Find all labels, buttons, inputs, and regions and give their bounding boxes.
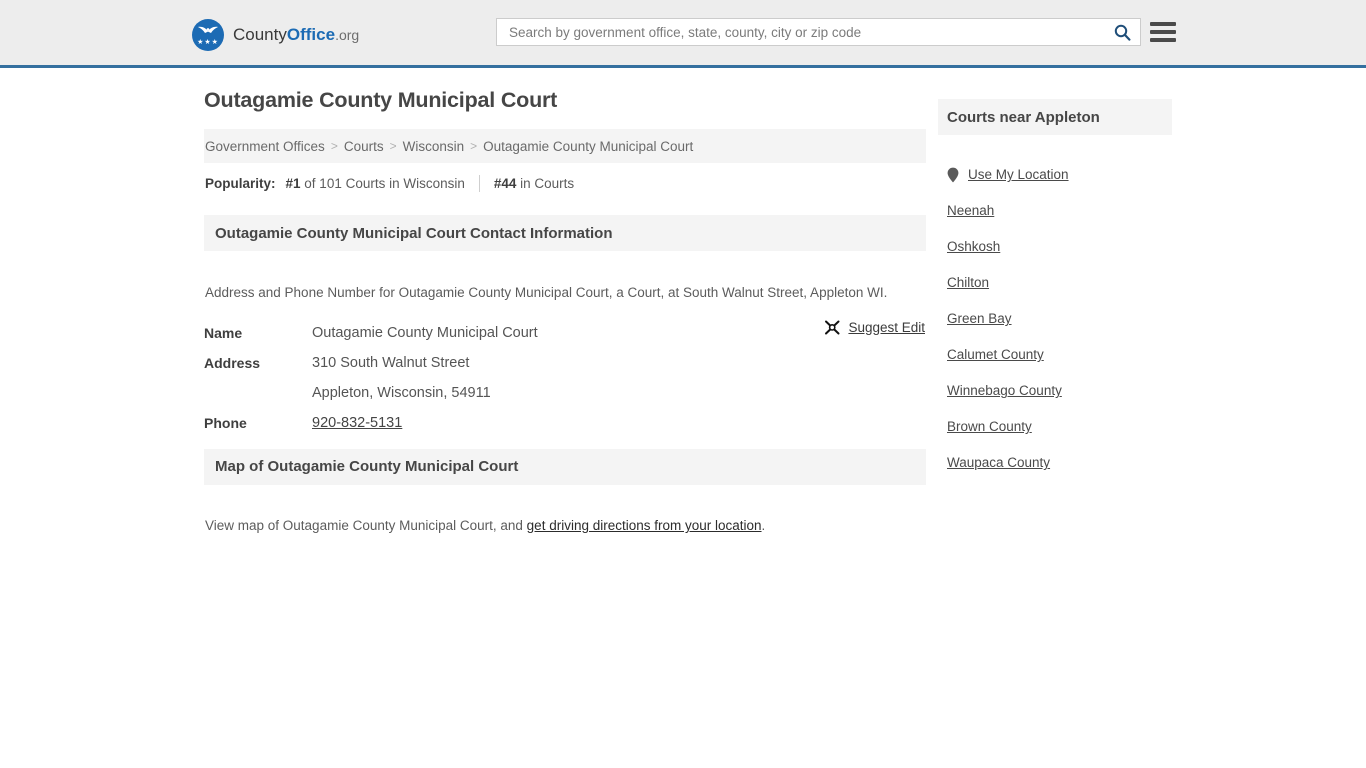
map-pin-icon	[947, 167, 959, 183]
contact-row-address: Address 310 South Walnut Street	[204, 347, 926, 377]
contact-row-address-value: 310 South Walnut Street	[312, 354, 470, 371]
breadcrumb-item-2[interactable]: Wisconsin	[403, 139, 465, 154]
sidebar-item-4[interactable]: Calumet County	[938, 337, 1172, 373]
sidebar-link-7[interactable]: Waupaca County	[947, 455, 1050, 470]
popularity-state-rank-number: #1	[285, 175, 301, 191]
popularity-category-rank: #44 in Courts	[494, 176, 574, 191]
countyoffice-logo-icon: ★★★	[192, 19, 224, 51]
menu-bar-3	[1150, 38, 1176, 42]
sidebar-item-7[interactable]: Waupaca County	[938, 445, 1172, 481]
sidebar-link-2[interactable]: Chilton	[947, 275, 989, 290]
brand-part-county: County	[233, 25, 287, 44]
sidebar-link-5[interactable]: Winnebago County	[947, 383, 1062, 398]
sidebar-heading: Courts near Appleton	[938, 99, 1172, 136]
contact-info-table: Suggest Edit Name Outagamie County Munic…	[204, 317, 926, 437]
popularity-state-rank: #1 of 101 Courts in Wisconsin	[286, 176, 465, 191]
suggest-edit-button[interactable]: Suggest Edit	[824, 320, 925, 335]
map-description: View map of Outagamie County Municipal C…	[204, 498, 926, 536]
edit-pencil-icon	[825, 320, 840, 334]
breadcrumb: Government Offices > Courts > Wisconsin …	[204, 129, 926, 163]
sidebar-item-6[interactable]: Brown County	[938, 409, 1172, 445]
map-section-heading: Map of Outagamie County Municipal Court	[204, 448, 926, 485]
sidebar-link-1[interactable]: Oshkosh	[947, 239, 1000, 254]
map-description-before: View map of Outagamie County Municipal C…	[205, 518, 527, 533]
contact-row-phone-label: Phone	[204, 414, 247, 431]
use-my-location-link[interactable]: Use My Location	[968, 167, 1069, 182]
menu-bar-2	[1150, 30, 1176, 34]
popularity-row: Popularity: #1 of 101 Courts in Wisconsi…	[204, 163, 926, 203]
map-description-after: .	[761, 518, 766, 533]
contact-row-name: Name Outagamie County Municipal Court	[204, 317, 926, 347]
suggest-edit-label: Suggest Edit	[848, 319, 925, 335]
main-content: Outagamie County Municipal Court Governm…	[204, 87, 926, 550]
sidebar-links-list: Use My Location Neenah Oshkosh Chilton G…	[938, 148, 1172, 481]
popularity-state-rank-text: of 101 Courts in Wisconsin	[300, 175, 465, 191]
search-button[interactable]	[1104, 19, 1140, 45]
page-title: Outagamie County Municipal Court	[204, 88, 558, 112]
sidebar-link-4[interactable]: Calumet County	[947, 347, 1044, 362]
sidebar-item-3[interactable]: Green Bay	[938, 301, 1172, 337]
contact-description: Address and Phone Number for Outagamie C…	[205, 284, 888, 300]
page-body: Outagamie County Municipal Court Governm…	[0, 68, 1366, 533]
contact-row-phone: Phone 920-832-5131	[204, 407, 926, 437]
sidebar-link-3[interactable]: Green Bay	[947, 311, 1012, 326]
sidebar-item-1[interactable]: Oshkosh	[938, 229, 1172, 265]
logo-stars: ★★★	[197, 39, 219, 46]
search-bar[interactable]	[496, 18, 1141, 46]
popularity-divider	[478, 174, 480, 192]
search-input[interactable]	[497, 19, 1104, 45]
driving-directions-link[interactable]: get driving directions from your locatio…	[527, 518, 762, 533]
popularity-label: Popularity:	[205, 175, 276, 191]
breadcrumb-item-current: Outagamie County Municipal Court	[483, 138, 694, 154]
contact-row-name-value: Outagamie County Municipal Court	[312, 324, 538, 341]
sidebar-link-6[interactable]: Brown County	[947, 419, 1032, 434]
sidebar-item-0[interactable]: Neenah	[938, 193, 1172, 229]
contact-row-address-label: Address	[204, 354, 261, 371]
contact-row-name-label: Name	[204, 324, 243, 341]
brand-part-office: Office	[286, 25, 336, 44]
search-icon	[1114, 24, 1130, 41]
breadcrumb-separator-2: >	[470, 139, 478, 153]
phone-link[interactable]: 920-832-5131	[312, 415, 402, 431]
breadcrumb-item-0[interactable]: Government Offices	[205, 139, 325, 154]
sidebar-item-5[interactable]: Winnebago County	[938, 373, 1172, 409]
contact-row-phone-value: 920-832-5131	[312, 409, 402, 437]
hamburger-menu-icon[interactable]	[1150, 18, 1176, 46]
breadcrumb-separator-0: >	[330, 139, 338, 153]
popularity-category-rank-number: #44	[493, 175, 517, 191]
contact-row-address-city-value: Appleton, Wisconsin, 54911	[312, 384, 491, 401]
sidebar: Courts near Appleton Use My Location Nee…	[938, 87, 1172, 481]
site-logo-text: CountyOffice.org	[233, 25, 359, 45]
sidebar-item-2[interactable]: Chilton	[938, 265, 1172, 301]
header-inner: ★★★ CountyOffice.org	[0, 0, 1366, 65]
breadcrumb-item-1[interactable]: Courts	[344, 139, 384, 154]
site-logo-link[interactable]: ★★★ CountyOffice.org	[192, 18, 359, 52]
popularity-category-rank-text: in Courts	[516, 175, 575, 191]
breadcrumb-separator-1: >	[389, 139, 397, 153]
sidebar-link-0[interactable]: Neenah	[947, 203, 994, 218]
contact-section-heading: Outagamie County Municipal Court Contact…	[204, 215, 926, 251]
menu-bar-1	[1150, 22, 1176, 26]
sidebar-item-use-my-location[interactable]: Use My Location	[938, 148, 1172, 193]
site-header: ★★★ CountyOffice.org	[0, 0, 1366, 68]
contact-row-address-city: Appleton, Wisconsin, 54911	[204, 377, 926, 407]
brand-part-org: .org	[335, 27, 360, 43]
